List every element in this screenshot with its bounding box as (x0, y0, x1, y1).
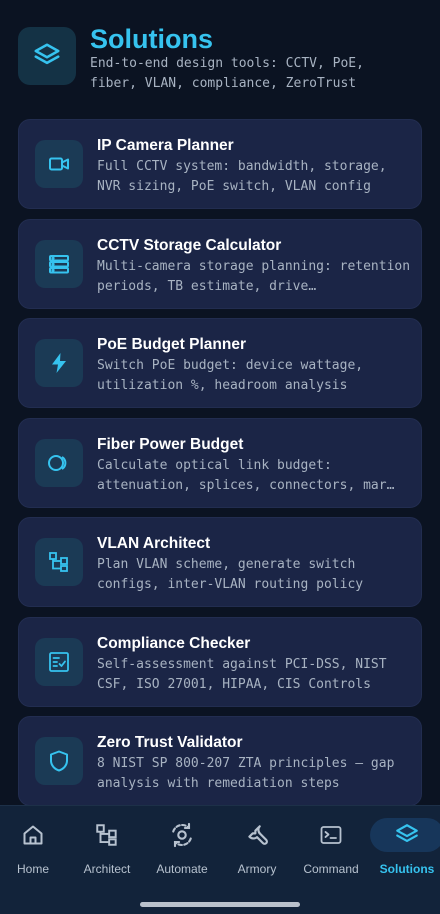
bottom-nav: Home Architect Automate Armory Command S… (0, 805, 440, 914)
card-zero-trust-validator[interactable]: Zero Trust Validator 8 NIST SP 800-207 Z… (18, 716, 422, 806)
nav-label: Automate (156, 862, 208, 876)
video-camera-icon (35, 140, 83, 188)
card-title: CCTV Storage Calculator (97, 236, 282, 254)
card-vlan-architect[interactable]: VLAN Architect Plan VLAN scheme, generat… (18, 517, 422, 607)
card-title: VLAN Architect (97, 535, 211, 552)
card-ip-camera-planner[interactable]: IP Camera Planner Full CCTV system: band… (18, 119, 422, 209)
page-header: Solutions End-to-end design tools: CCTV,… (18, 24, 422, 104)
fiber-rings-icon (35, 438, 83, 487)
card-description: Plan VLAN scheme, generate switch config… (97, 557, 364, 592)
card-description: Switch PoE budget: device wattage, utili… (97, 358, 364, 393)
automate-icon (145, 818, 219, 852)
page-title: Solutions (90, 24, 213, 54)
nav-label: Architect (83, 862, 131, 876)
page-subtitle: End-to-end design tools: CCTV, PoE, fibe… (90, 56, 364, 91)
card-poe-budget-planner[interactable]: PoE Budget Planner Switch PoE budget: de… (18, 318, 422, 408)
nav-label: Solutions (379, 862, 435, 876)
solutions-screen: Solutions End-to-end design tools: CCTV,… (0, 0, 440, 914)
card-title: Zero Trust Validator (97, 734, 243, 751)
lightning-icon (35, 339, 83, 387)
card-fiber-power-budget[interactable]: Fiber Power Budget Calculate optical lin… (18, 417, 422, 508)
home-icon (0, 818, 70, 852)
card-description: Multi-camera storage planning: retention… (97, 258, 411, 294)
layers-icon (18, 27, 76, 85)
nav-item-solutions[interactable]: Solutions (370, 818, 440, 882)
nav-item-command[interactable]: Command (294, 818, 368, 882)
card-description: 8 NIST SP 800-207 ZTA principles — gap a… (97, 756, 395, 791)
card-title: Compliance Checker (97, 634, 251, 652)
card-compliance-checker[interactable]: Compliance Checker Self-assessment again… (18, 616, 422, 707)
checklist-icon (35, 637, 83, 686)
nav-label: Home (16, 862, 49, 876)
terminal-icon (294, 818, 368, 852)
card-title: PoE Budget Planner (97, 336, 246, 353)
storage-icon (35, 239, 83, 288)
shield-icon (35, 737, 83, 785)
card-cctv-storage-calculator[interactable]: CCTV Storage Calculator Multi-camera sto… (18, 218, 422, 309)
system-home-indicator[interactable] (140, 902, 300, 907)
network-tree-icon (35, 538, 83, 586)
card-description: Self-assessment against PCI-DSS, NIST CS… (97, 656, 387, 692)
card-title: Fiber Power Budget (97, 435, 244, 453)
nav-label: Command (303, 862, 359, 876)
layers-icon (370, 818, 440, 852)
nav-item-automate[interactable]: Automate (145, 818, 219, 882)
nav-item-architect[interactable]: Architect (70, 818, 144, 882)
network-tree-icon (70, 818, 144, 852)
card-description: Calculate optical link budget: attenuati… (97, 457, 395, 493)
card-title: IP Camera Planner (97, 137, 234, 154)
nav-item-home[interactable]: Home (0, 818, 70, 882)
card-description: Full CCTV system: bandwidth, storage, NV… (97, 159, 387, 194)
nav-item-armory[interactable]: Armory (220, 818, 294, 882)
wrench-icon (220, 818, 294, 852)
nav-label: Armory (237, 862, 277, 876)
solutions-list: IP Camera Planner Full CCTV system: band… (18, 119, 422, 816)
